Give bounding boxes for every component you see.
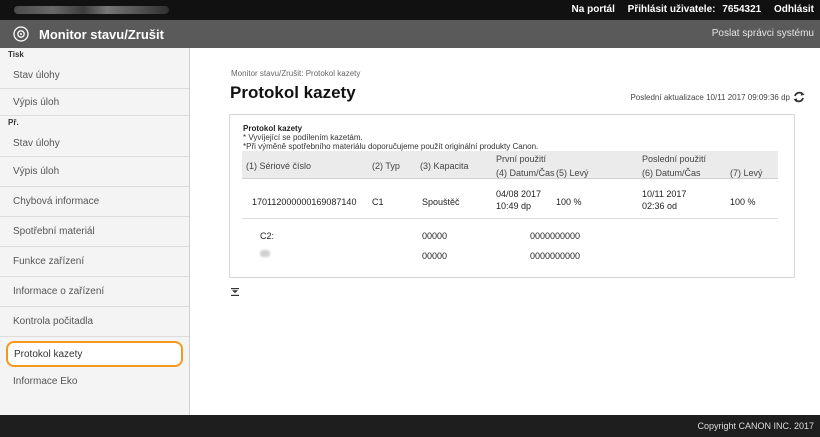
row3-serial-blurred bbox=[260, 250, 270, 257]
row3-capacity: 00000 bbox=[422, 251, 448, 261]
col-first-use: První použití bbox=[496, 154, 547, 164]
sidebar-header-print: Tisk bbox=[8, 50, 24, 59]
col-remaining-5: (5) Levý bbox=[556, 168, 589, 178]
sidebar-item-print-job-log[interactable]: Výpis úloh bbox=[0, 89, 189, 116]
sidebar-item-rx-job-log[interactable]: Výpis úloh bbox=[0, 157, 189, 187]
row1-last-date: 10/11 2017 bbox=[642, 189, 687, 199]
panel-title: Protokol kazety bbox=[243, 124, 303, 133]
row1-type: C1 bbox=[372, 197, 384, 207]
breadcrumb: Monitor stavu/Zrušit: Protokol kazety bbox=[231, 69, 361, 78]
page-title: Protokol kazety bbox=[230, 83, 356, 102]
send-admin-link[interactable]: Poslat správci systému bbox=[712, 28, 814, 39]
col-date-time-4: (4) Datum/Čas bbox=[496, 168, 555, 178]
last-update-text: Poslední aktualizace 10/11 2017 09:09:36… bbox=[630, 93, 790, 102]
sidebar-item-print-job-status[interactable]: Stav úlohy bbox=[0, 62, 189, 89]
footer: Copyright CANON INC. 2017 bbox=[0, 415, 820, 437]
portal-link[interactable]: Na portál bbox=[572, 4, 615, 15]
sidebar-item-device-info[interactable]: Informace o zařízení bbox=[0, 277, 189, 307]
user-id: 7654321 bbox=[722, 4, 762, 15]
row1-last-time: 02:36 od bbox=[642, 201, 678, 211]
top-links: Na portál Přihlásit uživatele: 7654321 O… bbox=[562, 4, 814, 15]
col-serial: (1) Sériové číslo bbox=[246, 161, 312, 171]
row2-first-date: 0000000000 bbox=[530, 231, 581, 241]
collapse-icon[interactable] bbox=[231, 288, 239, 296]
panel-note-2: *Při výměně spotřebního materiálu doporu… bbox=[243, 142, 539, 151]
app-title: Monitor stavu/Zrušit bbox=[39, 27, 164, 42]
row1-first-left: 100 % bbox=[556, 197, 582, 207]
sidebar-header-rx: Př. bbox=[8, 118, 19, 127]
col-remaining-7: (7) Levý bbox=[730, 168, 763, 178]
sidebar-item-eco-info[interactable]: Informace Eko bbox=[0, 367, 189, 397]
row-divider bbox=[242, 218, 778, 219]
col-type: (2) Typ bbox=[372, 161, 400, 171]
row1-first-date: 04/08 2017 bbox=[496, 189, 542, 199]
title-bar: Monitor stavu/Zrušit Poslat správci syst… bbox=[0, 20, 820, 48]
row1-serial: 170112000000169087140 bbox=[252, 197, 357, 207]
row2-capacity: 00000 bbox=[422, 231, 448, 241]
refresh-icon[interactable] bbox=[792, 90, 806, 104]
sidebar-item-cartridge-log[interactable]: Protokol kazety bbox=[6, 341, 183, 367]
sidebar-item-counter-check[interactable]: Kontrola počitadla bbox=[0, 307, 189, 337]
login-user-label: Přihlásit uživatele: bbox=[627, 4, 716, 15]
panel-note-1: * Vyvíjející se podílením kazetám. bbox=[243, 133, 363, 142]
col-date-time-6: (6) Datum/Čas bbox=[642, 168, 701, 178]
top-bar: Na portál Přihlásit uživatele: 7654321 O… bbox=[0, 0, 820, 20]
col-last-use: Poslední použití bbox=[642, 154, 707, 164]
sidebar-item-error-info[interactable]: Chybová informace bbox=[0, 187, 189, 217]
col-capacity: (3) Kapacita bbox=[420, 161, 469, 171]
monitor-status-icon bbox=[13, 26, 29, 42]
row1-capacity: Spouštěč bbox=[422, 197, 460, 207]
copyright: Copyright CANON INC. 2017 bbox=[697, 421, 814, 431]
row1-first-time: 10:49 dp bbox=[496, 201, 532, 211]
logout-link[interactable]: Odhlásit bbox=[774, 4, 814, 15]
sidebar-item-device-features[interactable]: Funkce zařízení bbox=[0, 247, 189, 277]
cartridge-log-panel: Protokol kazety * Vyvíjející se podílení… bbox=[229, 114, 795, 278]
row2-serial: C2: bbox=[260, 231, 275, 241]
sidebar-item-rx-job-status[interactable]: Stav úlohy bbox=[0, 130, 189, 157]
row1-last-left: 100 % bbox=[730, 197, 756, 207]
sidebar-item-consumables[interactable]: Spotřební materiál bbox=[0, 217, 189, 247]
row3-first-date: 0000000000 bbox=[530, 251, 581, 261]
sidebar: Tisk Stav úlohy Výpis úloh Př. Stav úloh… bbox=[0, 48, 190, 415]
blurred-logo bbox=[14, 6, 169, 14]
